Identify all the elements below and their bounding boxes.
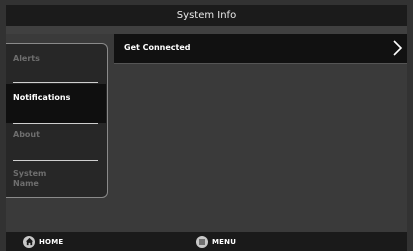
sidebar-item-about[interactable]: About [6,125,106,159]
sidebar: Alerts Notifications About System Name [6,43,108,198]
row-label: Get Connected [124,43,191,52]
home-icon [23,235,35,248]
menu-button[interactable]: MENU [196,232,236,251]
sidebar-divider [13,160,98,161]
sidebar-item-notifications[interactable]: Notifications [6,84,106,123]
sidebar-item-label: About [13,130,40,139]
sidebar-item-label: Notifications [13,93,71,102]
bottom-nav: HOME MENU [6,232,407,251]
home-button[interactable]: HOME [23,232,63,251]
header-strip [6,26,407,34]
page-title: System Info [6,5,407,26]
sidebar-item-label: Alerts [13,54,40,63]
menu-label: MENU [212,237,237,246]
home-label: HOME [39,237,64,246]
get-connected-row[interactable]: Get Connected [114,34,407,64]
sidebar-item-label: System Name [13,169,47,188]
sidebar-item-alerts[interactable]: Alerts [6,44,106,80]
sidebar-divider [13,123,98,124]
sidebar-item-system-name[interactable]: System Name [6,169,56,197]
chevron-right-icon [393,40,403,56]
sidebar-divider [13,82,98,83]
menu-icon [196,235,208,248]
